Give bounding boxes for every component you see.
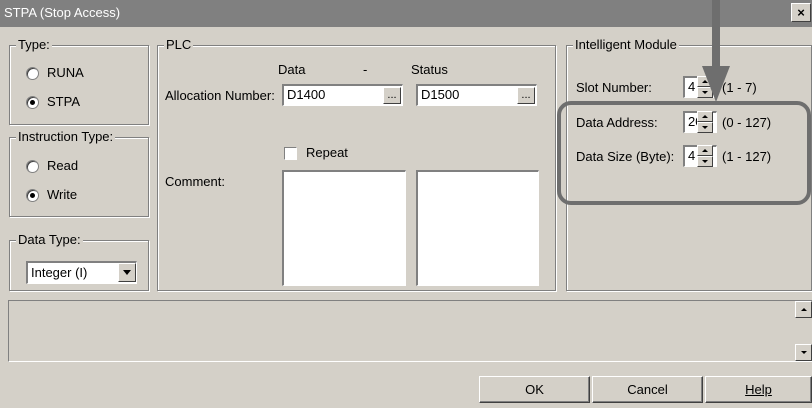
- annotation-arrow-icon: [702, 0, 730, 102]
- window-title: STPA (Stop Access): [4, 5, 121, 20]
- data-comment-textarea[interactable]: [282, 170, 406, 286]
- dash-separator: -: [363, 62, 368, 77]
- comment-label: Comment:: [165, 174, 225, 189]
- arrow-up-icon: [801, 308, 807, 311]
- data-type-value: Integer (I): [31, 265, 88, 280]
- ellipsis-icon: ...: [521, 89, 531, 101]
- radio-write-label: Write: [47, 187, 78, 202]
- type-group: Type:: [9, 37, 149, 125]
- plc-label: PLC: [164, 37, 194, 53]
- dropdown-button[interactable]: [118, 263, 136, 282]
- scroll-thumb[interactable]: [795, 318, 812, 344]
- radio-write[interactable]: [26, 189, 39, 202]
- radio-read-label: Read: [47, 158, 79, 173]
- chevron-down-icon: [123, 270, 131, 275]
- data-type-label: Data Type:: [16, 232, 83, 248]
- message-area: [8, 300, 812, 362]
- repeat-label: Repeat: [306, 145, 348, 160]
- title-bar: STPA (Stop Access) ×: [0, 0, 812, 27]
- scroll-up-button[interactable]: [795, 301, 812, 318]
- vertical-scrollbar[interactable]: [795, 301, 812, 361]
- status-browse-button[interactable]: ...: [517, 87, 535, 104]
- data-header: Data: [278, 62, 306, 77]
- cancel-button[interactable]: Cancel: [592, 376, 703, 403]
- ok-button[interactable]: OK: [479, 376, 590, 403]
- help-button[interactable]: Help: [705, 376, 812, 403]
- highlight-box: [557, 101, 811, 205]
- stpa-dialog: STPA (Stop Access) × Type: RUNA STPA Ins…: [0, 0, 812, 408]
- slot-number-label: Slot Number:: [576, 80, 652, 95]
- radio-read[interactable]: [26, 160, 39, 173]
- status-comment-textarea[interactable]: [416, 170, 539, 286]
- type-group-label: Type:: [16, 37, 52, 53]
- arrow-down-icon: [801, 351, 807, 354]
- repeat-checkbox[interactable]: [284, 147, 297, 160]
- data-browse-button[interactable]: ...: [383, 87, 401, 104]
- radio-runa[interactable]: [26, 67, 39, 80]
- intelligent-module-label: Intelligent Module: [573, 37, 679, 53]
- radio-runa-label: RUNA: [47, 65, 84, 80]
- radio-stpa-label: STPA: [47, 94, 80, 109]
- scroll-down-button[interactable]: [795, 344, 812, 361]
- status-header: Status: [411, 62, 448, 77]
- radio-stpa[interactable]: [26, 96, 39, 109]
- data-type-select[interactable]: Integer (I): [26, 261, 137, 284]
- instruction-type-label: Instruction Type:: [16, 129, 116, 145]
- close-button[interactable]: ×: [791, 3, 811, 22]
- close-icon: ×: [797, 5, 805, 20]
- instruction-type-group: Instruction Type:: [9, 129, 149, 217]
- ellipsis-icon: ...: [387, 89, 397, 101]
- allocation-number-label: Allocation Number:: [165, 88, 275, 103]
